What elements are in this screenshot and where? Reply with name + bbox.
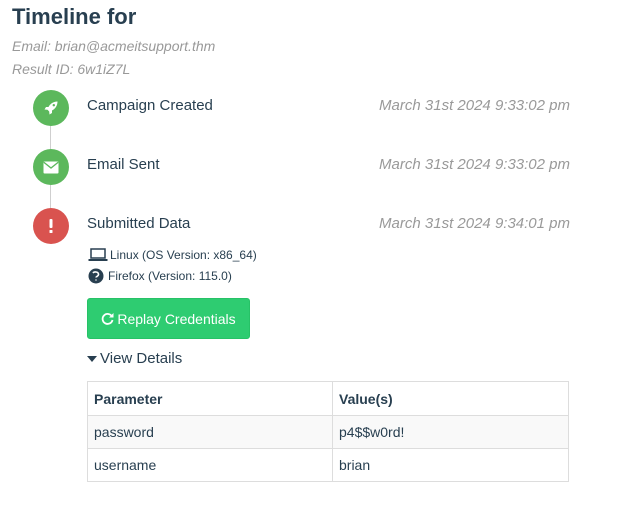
rocket-icon [33, 90, 69, 126]
timeline-event-label: Email Sent [87, 156, 160, 173]
result-id-text: Result ID: 6w1iZ7L [12, 61, 131, 77]
table-row: username brian [87, 448, 569, 482]
timeline-event-time: March 31st 2024 9:33:02 pm [379, 97, 570, 114]
laptop-icon [88, 248, 108, 262]
exclamation-icon [33, 208, 69, 244]
table-cell: password [87, 415, 333, 449]
caret-down-icon [87, 355, 97, 362]
replay-credentials-label: Replay Credentials [117, 310, 236, 327]
table-row: password p4$$w0rd! [87, 415, 569, 449]
os-text: Linux (OS Version: x86_64) [110, 248, 257, 262]
table-cell: brian [332, 448, 569, 482]
os-info: Linux (OS Version: x86_64) [88, 248, 257, 262]
table-cell: p4$$w0rd! [332, 415, 569, 449]
timeline-event-label: Submitted Data [87, 215, 191, 232]
view-details-toggle[interactable]: View Details [87, 350, 182, 367]
table-header-row: Parameter Value(s) [87, 381, 569, 416]
browser-text: Firefox (Version: 115.0) [108, 269, 232, 283]
column-header: Parameter [87, 381, 333, 416]
envelope-icon [33, 149, 69, 185]
replay-credentials-button[interactable]: Replay Credentials [87, 298, 250, 339]
page-title: Timeline for [12, 4, 137, 29]
browser-info: Firefox (Version: 115.0) [88, 268, 232, 284]
submitted-data-table: Parameter Value(s) password p4$$w0rd! us… [87, 381, 569, 482]
firefox-icon [88, 268, 106, 284]
timeline-event-time: March 31st 2024 9:34:01 pm [379, 215, 570, 232]
refresh-icon [101, 312, 114, 325]
column-header: Value(s) [332, 381, 569, 416]
timeline-event-label: Campaign Created [87, 97, 213, 114]
table-cell: username [87, 448, 333, 482]
view-details-label: View Details [100, 350, 183, 367]
email-text: Email: brian@acmeitsupport.thm [12, 38, 216, 54]
timeline-event-time: March 31st 2024 9:33:02 pm [379, 156, 570, 173]
